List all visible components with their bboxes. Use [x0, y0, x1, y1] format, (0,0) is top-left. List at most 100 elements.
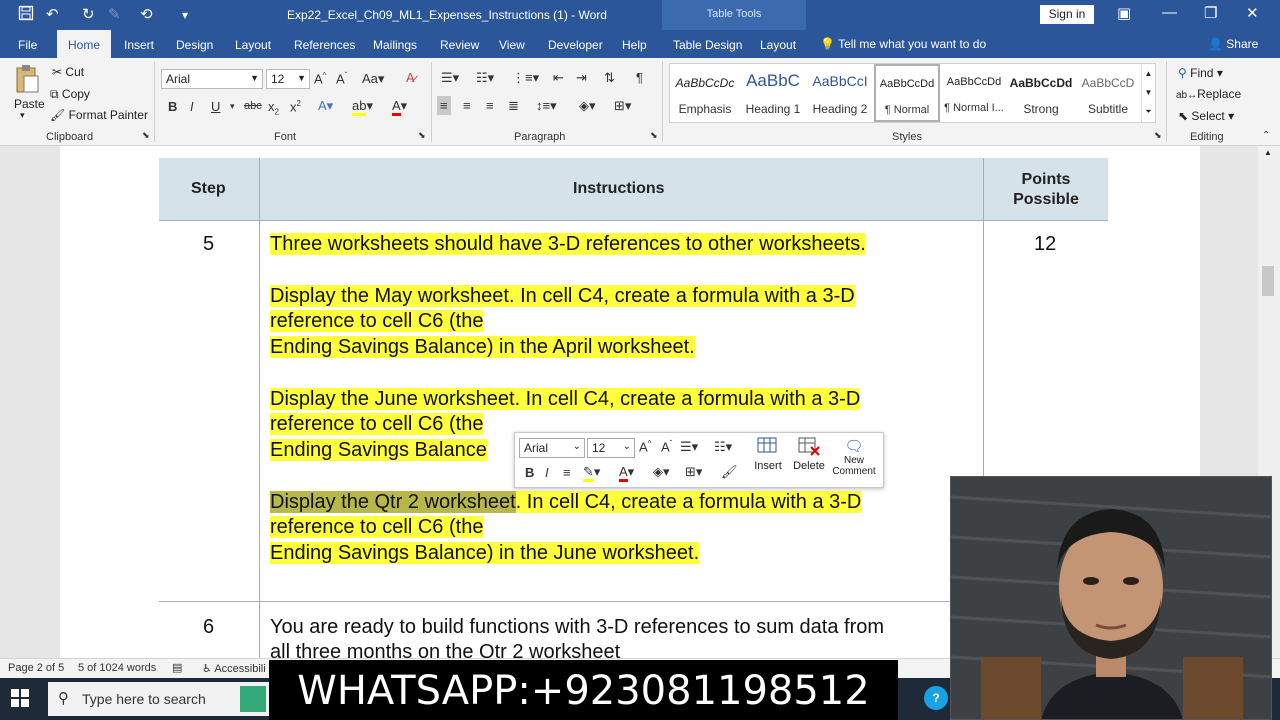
mini-new-comment-button[interactable]: 🗨 New Comment — [831, 437, 877, 487]
grow-font-icon[interactable]: A^ — [639, 439, 651, 454]
highlight-icon[interactable]: ✎▾ — [583, 464, 600, 482]
italic-icon[interactable]: I — [190, 99, 194, 114]
instruction-line[interactable]: Ending Savings Balance) in the April wor… — [270, 336, 695, 358]
line-spacing-icon[interactable]: ↕≡▾ — [536, 98, 557, 114]
tab-help[interactable]: Help — [622, 38, 647, 52]
superscript-icon[interactable]: x2 — [290, 99, 301, 114]
bullets-icon[interactable]: ☰▾ — [441, 70, 459, 86]
proofing-icon[interactable]: ▤ — [172, 661, 182, 674]
decrease-indent-icon[interactable]: ⇤ — [553, 70, 564, 86]
style-normal-indent[interactable]: AaBbCcDd ¶ Normal I... — [941, 64, 1007, 122]
accessibility-status[interactable]: ♿ Accessibili — [202, 662, 266, 675]
chevron-down-icon[interactable]: ▾ — [230, 101, 235, 112]
borders-icon[interactable]: ⊞▾ — [614, 98, 631, 114]
numbering-icon[interactable]: ☷▾ — [714, 439, 732, 455]
paragraph-launcher-icon[interactable]: ⬊ — [650, 130, 658, 141]
styles-launcher-icon[interactable]: ⬊ — [1154, 130, 1162, 141]
instruction-line[interactable]: Ending Savings Balance) in the June work… — [270, 542, 700, 564]
format-painter-icon[interactable]: 🖌 — [721, 464, 738, 480]
chevron-up-icon[interactable]: ▲ — [1145, 69, 1153, 78]
windows-start-icon[interactable] — [10, 688, 32, 710]
font-launcher-icon[interactable]: ⬊ — [418, 130, 426, 141]
scroll-up-icon[interactable]: ▲ — [1264, 148, 1272, 157]
style-subtitle[interactable]: AaBbCcD Subtitle — [1075, 64, 1141, 122]
font-color-icon[interactable]: A▾ — [619, 464, 634, 482]
borders-icon[interactable]: ⊞▾ — [685, 464, 702, 480]
align-right-icon[interactable]: ≡ — [486, 98, 494, 113]
more-icon[interactable]: ⏷ — [1145, 107, 1151, 116]
restore-icon[interactable]: ❐ — [1204, 4, 1217, 22]
scroll-thumb[interactable] — [1262, 266, 1274, 296]
shading-icon[interactable]: ◈▾ — [579, 98, 596, 114]
minimize-icon[interactable]: — — [1162, 4, 1177, 21]
numbering-icon[interactable]: ☷▾ — [476, 70, 494, 86]
tab-view[interactable]: View — [499, 38, 525, 52]
mini-insert-button[interactable]: Insert — [749, 437, 787, 485]
align-center-icon[interactable]: ≡ — [463, 98, 471, 113]
increase-indent-icon[interactable]: ⇥ — [576, 70, 587, 86]
format-painter-button[interactable]: 🖌 Format Painter — [50, 108, 148, 122]
instruction-line[interactable]: You are ready to build functions with 3-… — [270, 614, 884, 640]
text-effects-icon[interactable]: A▾ — [318, 98, 333, 114]
show-marks-icon[interactable]: ¶ — [636, 70, 643, 85]
instruction-line[interactable]: Display the May worksheet. In cell C4, c… — [270, 285, 855, 307]
instruction-line[interactable]: Ending Savings Balance — [270, 439, 487, 461]
multilevel-list-icon[interactable]: ⋮≡▾ — [512, 70, 539, 86]
style-strong[interactable]: AaBbCcDd Strong — [1008, 64, 1074, 122]
copy-button[interactable]: ⧉ Copy — [50, 87, 90, 102]
shrink-font-icon[interactable]: Aˇ — [661, 439, 672, 454]
tab-references[interactable]: References — [294, 38, 355, 52]
justify-icon[interactable]: ≣ — [508, 98, 519, 114]
select-button[interactable]: ⬉ Select ▾ — [1178, 109, 1234, 123]
page-count[interactable]: Page 2 of 5 — [8, 662, 64, 674]
instruction-line[interactable]: reference to cell C6 (the — [270, 516, 484, 538]
word-count[interactable]: 5 of 1024 words — [78, 662, 156, 674]
tab-layout[interactable]: Layout — [235, 38, 271, 52]
align-left-icon[interactable]: ≡ — [437, 96, 451, 115]
help-icon[interactable]: ? — [924, 686, 948, 710]
bullets-icon[interactable]: ☰▾ — [680, 439, 698, 455]
customize-qat-icon[interactable]: ▾ — [182, 8, 188, 22]
bold-icon[interactable]: B — [168, 99, 177, 114]
instruction-line[interactable]: Three worksheets should have 3-D referen… — [270, 233, 866, 255]
tab-table-layout[interactable]: Layout — [760, 38, 796, 52]
redo-icon[interactable]: ↻ — [82, 5, 95, 23]
app-icon[interactable] — [240, 686, 266, 712]
underline-icon[interactable]: U — [211, 99, 220, 114]
clipboard-launcher-icon[interactable]: ⬊ — [142, 130, 150, 141]
instruction-line[interactable]: all three months on the Qtr 2 worksheet — [270, 639, 620, 658]
chevron-down-icon[interactable]: ▼ — [1145, 88, 1153, 97]
font-color-icon[interactable]: A▾ — [392, 98, 407, 116]
change-case-icon[interactable]: Aa▾ — [362, 71, 384, 87]
collapse-ribbon-icon[interactable]: ⌃ — [1262, 130, 1270, 141]
instruction-line[interactable]: reference to cell C6 (the — [270, 310, 484, 332]
grow-font-icon[interactable]: A^ — [314, 71, 326, 86]
tab-developer[interactable]: Developer — [548, 38, 603, 52]
style-heading-1[interactable]: AaBbC Heading 1 — [740, 64, 806, 122]
center-icon[interactable]: ≡ — [563, 465, 571, 480]
italic-icon[interactable]: I — [545, 465, 549, 480]
cut-button[interactable]: ✂ Cut — [52, 65, 84, 79]
tab-insert[interactable]: Insert — [124, 38, 154, 52]
tell-me-search[interactable]: 💡 Tell me what you want to do — [820, 37, 986, 51]
replace-button[interactable]: ab↔Replace — [1176, 87, 1241, 101]
mini-delete-button[interactable]: Delete — [789, 437, 829, 485]
undo-icon[interactable]: ↶ — [46, 5, 59, 23]
shading-icon[interactable]: ◈▾ — [653, 464, 670, 480]
paste-button[interactable] — [14, 64, 40, 97]
tab-home[interactable]: Home — [57, 30, 112, 60]
subscript-icon[interactable]: x2 — [268, 99, 279, 117]
style-normal[interactable]: AaBbCcDd ¶ Normal — [874, 64, 940, 122]
tab-table-design[interactable]: Table Design — [673, 38, 742, 52]
close-icon[interactable]: ✕ — [1246, 4, 1259, 22]
instruction-line[interactable]: Display the June worksheet. In cell C4, … — [270, 388, 861, 410]
mini-size-select[interactable]: 12 ⌄ — [587, 438, 635, 458]
save-icon[interactable] — [18, 5, 34, 25]
style-emphasis[interactable]: AaBbCcDc Emphasis — [672, 64, 738, 122]
shrink-font-icon[interactable]: Aˇ — [336, 71, 347, 86]
style-heading-2[interactable]: AaBbCcI Heading 2 — [807, 64, 873, 122]
highlight-color-icon[interactable]: ab▾ — [352, 98, 373, 116]
touch-mode-icon[interactable]: ⟲ — [140, 5, 153, 23]
share-button[interactable]: 👤 Share — [1208, 37, 1258, 51]
selected-text[interactable]: Display the Qtr 2 worksheet — [270, 491, 516, 513]
